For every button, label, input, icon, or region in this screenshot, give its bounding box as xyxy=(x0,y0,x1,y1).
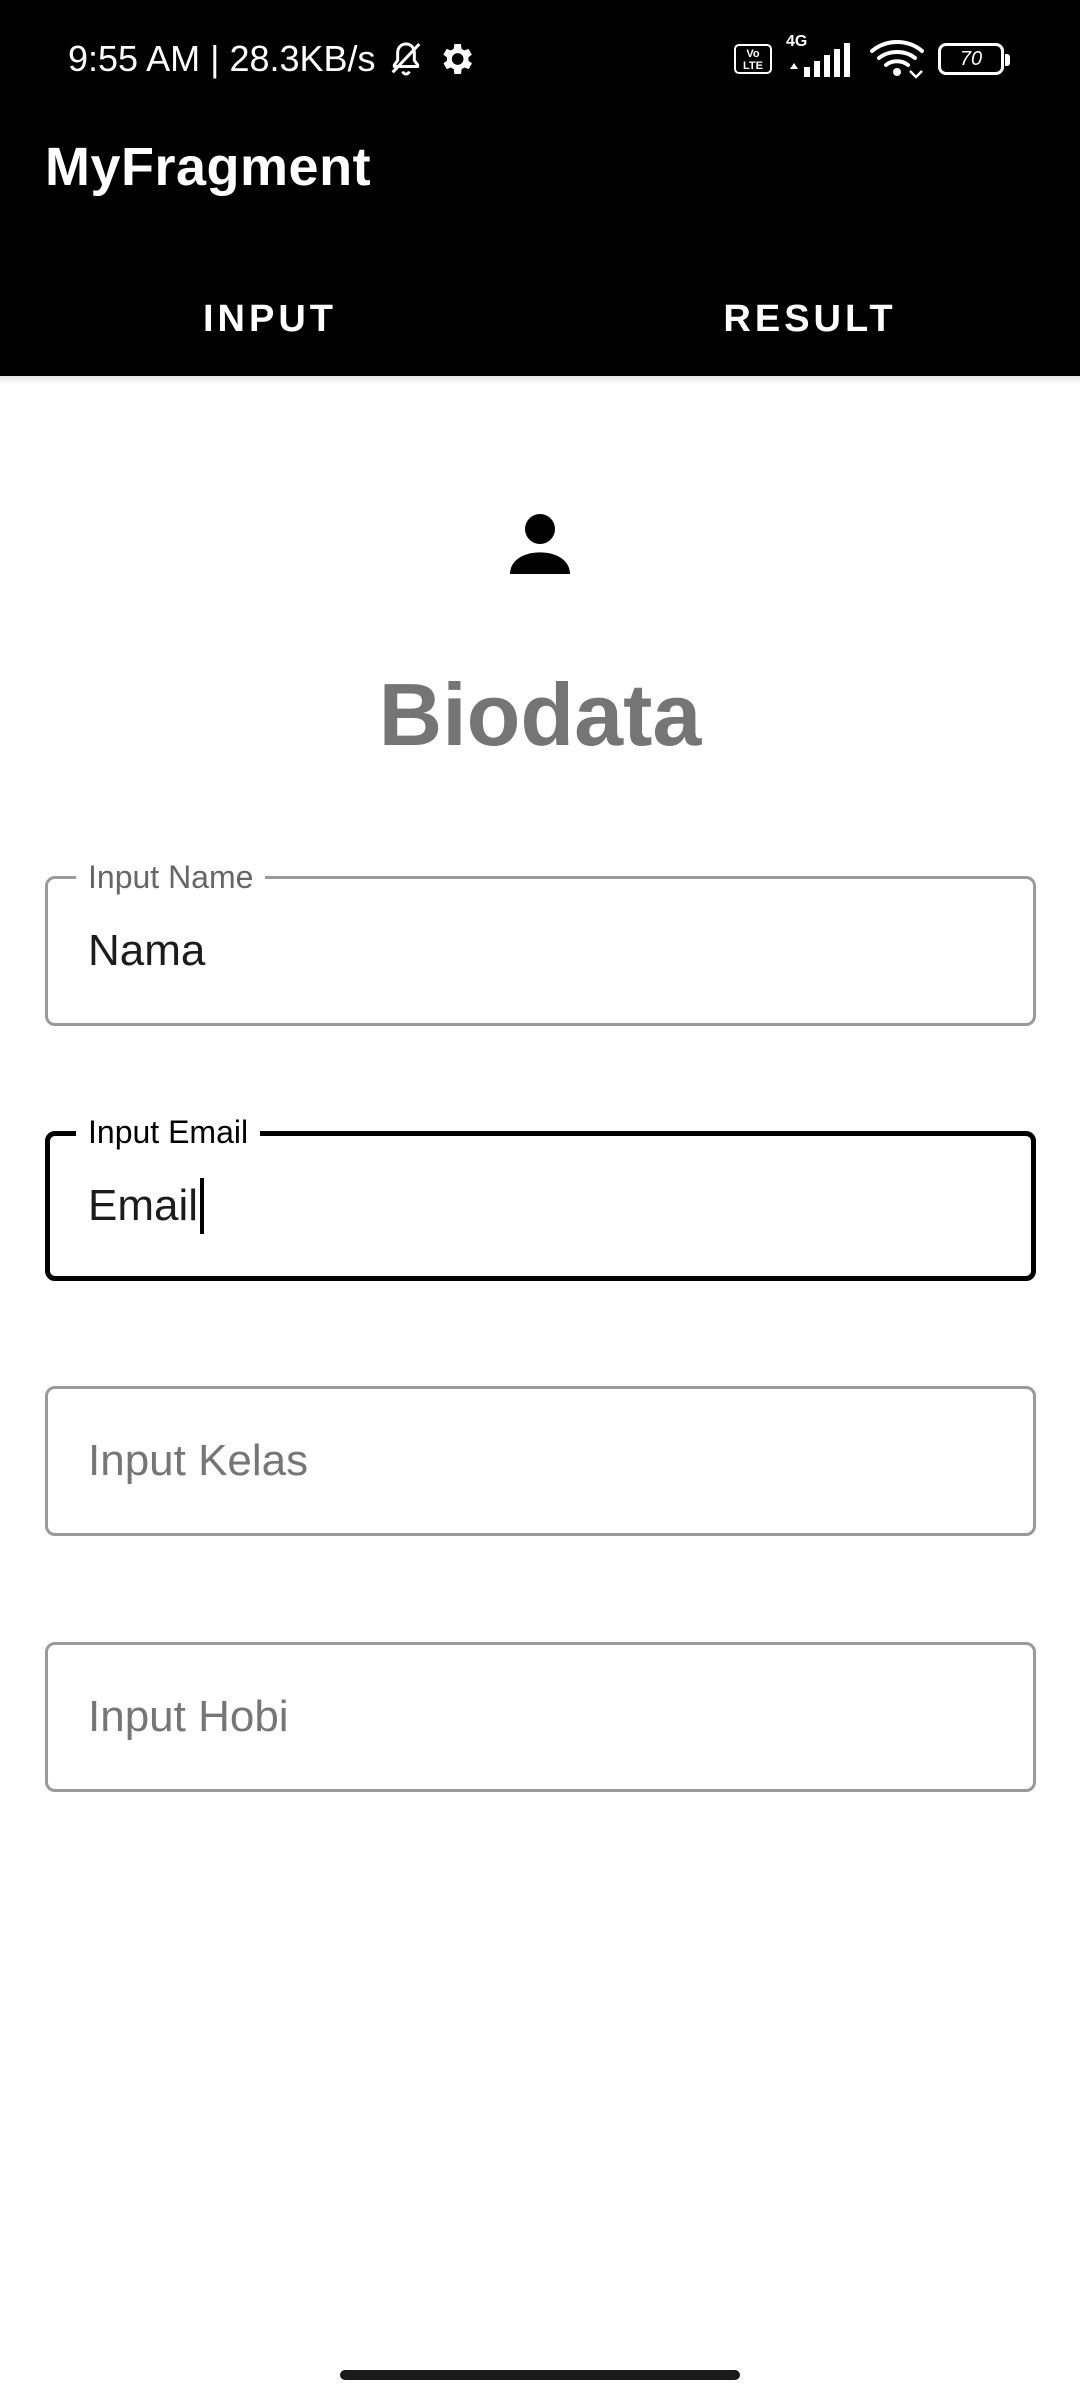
email-field-value: Email xyxy=(88,1181,199,1230)
status-bar: 9:55 AM | 28.3KB/s Vo LTE 4G 70 xyxy=(0,0,1080,118)
page-title: Biodata xyxy=(378,665,702,764)
hobi-field[interactable]: Input Hobi xyxy=(45,1642,1036,1792)
name-field[interactable]: Input Name Nama xyxy=(45,857,1036,1026)
email-field-value-wrap: Email xyxy=(88,1136,205,1276)
text-cursor xyxy=(200,1178,205,1234)
kelas-field-placeholder: Input Kelas xyxy=(88,1436,309,1485)
name-field-value: Nama xyxy=(88,926,206,975)
status-time-speed: 9:55 AM | 28.3KB/s xyxy=(68,38,376,79)
battery-level: 70 xyxy=(959,47,983,70)
volte-icon: Vo LTE xyxy=(734,44,772,74)
wifi-icon xyxy=(870,40,924,79)
bell-off-icon xyxy=(391,42,420,76)
tab-bar: INPUT RESULT xyxy=(0,262,1080,376)
hobi-field-placeholder: Input Hobi xyxy=(88,1692,289,1741)
app-title: MyFragment xyxy=(45,137,372,197)
settings-gear-icon xyxy=(442,44,472,74)
home-gesture-bar[interactable] xyxy=(340,2370,740,2380)
status-right: Vo LTE 4G 70 xyxy=(734,33,1010,82)
status-left: 9:55 AM | 28.3KB/s xyxy=(68,36,476,82)
tab-input[interactable]: INPUT xyxy=(0,262,540,376)
signal-icon: 4G xyxy=(786,33,856,79)
tab-result[interactable]: RESULT xyxy=(540,262,1080,376)
top-header: 9:55 AM | 28.3KB/s Vo LTE 4G 70 MyFragme… xyxy=(0,0,1080,376)
kelas-field[interactable]: Input Kelas xyxy=(45,1386,1036,1536)
email-field[interactable]: Input Email Email xyxy=(45,1112,1036,1281)
battery-icon: 70 xyxy=(938,43,1010,75)
person-icon xyxy=(510,514,570,574)
header-shadow xyxy=(0,376,1080,384)
